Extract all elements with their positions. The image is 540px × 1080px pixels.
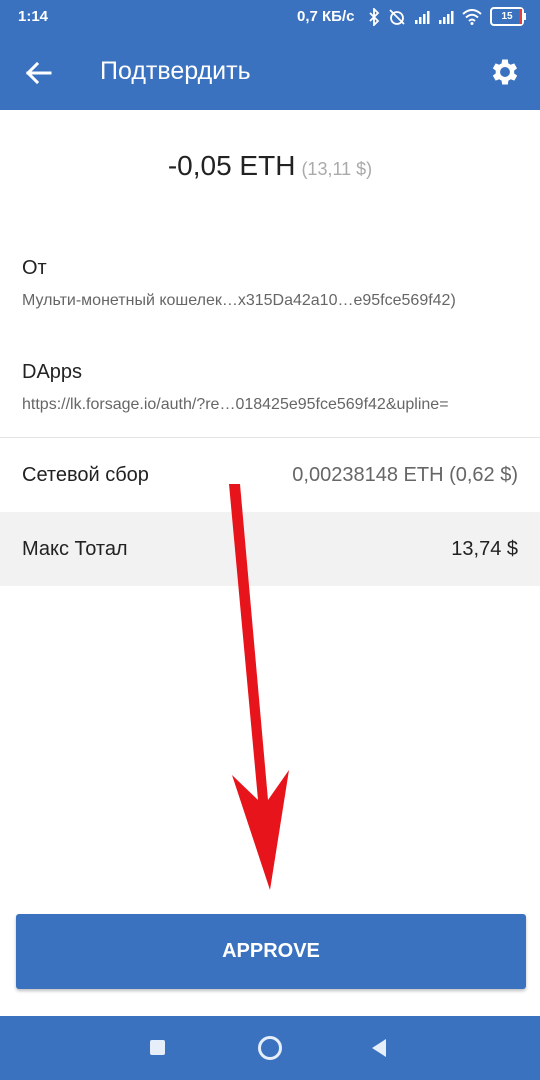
status-icons: 15 xyxy=(368,7,526,26)
app-bar: Подтвердить xyxy=(0,36,540,110)
back-arrow-icon[interactable] xyxy=(22,57,54,89)
network-fee-label: Сетевой сбор xyxy=(22,463,149,486)
network-speed: 0,7 КБ/с xyxy=(297,8,355,25)
screen: 1:14 0,7 КБ/с 15 Подтвердить -0,05 ETH (… xyxy=(0,0,540,1080)
signal-2-icon xyxy=(439,10,454,24)
dapps-url: https://lk.forsage.io/auth/?re…018425e95… xyxy=(22,396,449,413)
wifi-icon xyxy=(462,8,482,25)
status-bar: 1:14 0,7 КБ/с 15 xyxy=(0,0,540,36)
back-icon[interactable] xyxy=(372,1039,386,1057)
alarm-off-icon xyxy=(389,8,405,25)
home-icon[interactable] xyxy=(258,1036,282,1060)
from-value: Мульти-монетный кошелек…x315Da42a10…e95f… xyxy=(22,292,456,309)
gear-icon[interactable] xyxy=(488,55,522,89)
battery-level: 15 xyxy=(501,11,513,22)
amount-eth: -0,05 ETH xyxy=(167,150,296,181)
bluetooth-icon xyxy=(369,7,380,26)
network-fee-value: 0,00238148 ETH (0,62 $) xyxy=(292,463,518,486)
from-label: От xyxy=(22,257,47,279)
network-fee-row: Сетевой сбор 0,00238148 ETH (0,62 $) xyxy=(0,438,540,512)
system-nav-bar xyxy=(0,1016,540,1080)
dapps-section: DApps https://lk.forsage.io/auth/?re…018… xyxy=(22,361,518,414)
approve-button[interactable]: APPROVE xyxy=(16,914,526,989)
dapps-label: DApps xyxy=(22,361,83,383)
recents-icon[interactable] xyxy=(150,1040,165,1055)
status-time: 1:14 xyxy=(18,8,49,25)
battery-icon: 15 xyxy=(490,7,526,26)
transaction-amount: -0,05 ETH (13,11 $) xyxy=(0,150,540,182)
signal-1-icon xyxy=(415,10,430,24)
max-total-row: Макс Тотал 13,74 $ xyxy=(0,512,540,586)
from-section: От Мульти-монетный кошелек…x315Da42a10…e… xyxy=(22,257,518,310)
max-total-label: Макс Тотал xyxy=(22,537,128,560)
amount-usd: (13,11 $) xyxy=(301,159,373,179)
max-total-value: 13,74 $ xyxy=(451,537,518,560)
page-title: Подтвердить xyxy=(100,57,251,85)
